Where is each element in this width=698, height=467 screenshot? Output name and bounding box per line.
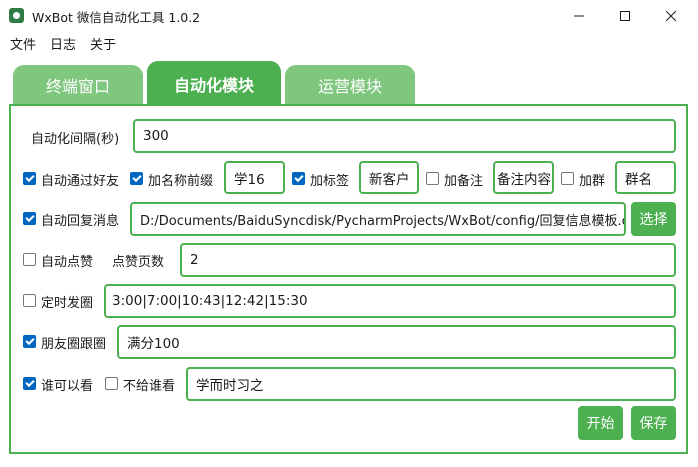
auto-reply-checkbox[interactable]	[23, 212, 36, 225]
hide-from-label: 不给谁看	[123, 379, 176, 394]
scheduled-post-checkbox[interactable]	[23, 294, 36, 307]
auto-reply-label: 自动回复消息	[41, 214, 120, 229]
window-title: WxBot 微信自动化工具 1.0.2	[32, 10, 201, 25]
add-group-checkbox[interactable]	[561, 172, 574, 185]
tab-bar: 终端窗口 自动化模块 运营模块	[0, 53, 698, 107]
title-bar: WxBot 微信自动化工具 1.0.2	[0, 0, 698, 31]
maximize-button[interactable]	[602, 0, 648, 31]
select-file-button[interactable]: 选择	[631, 202, 676, 236]
menu-about[interactable]: 关于	[90, 34, 116, 53]
group-input[interactable]: 群名	[615, 161, 676, 194]
visibility-target-input[interactable]: 学而时习之	[186, 367, 676, 401]
menu-file[interactable]: 文件	[10, 34, 36, 53]
add-remark-checkbox[interactable]	[426, 172, 439, 185]
minimize-button[interactable]	[556, 0, 602, 31]
close-icon	[666, 10, 676, 21]
auto-like-checkbox[interactable]	[23, 253, 36, 266]
who-can-see-checkbox[interactable]	[23, 377, 36, 390]
add-tag-label: 加标签	[310, 174, 350, 189]
add-name-prefix-checkbox[interactable]	[130, 172, 143, 185]
interval-input[interactable]: 300	[133, 119, 676, 153]
minimize-icon	[574, 15, 584, 16]
like-pages-label: 点赞页数	[112, 255, 165, 270]
tag-input[interactable]: 新客户	[359, 161, 419, 194]
tab-automation[interactable]: 自动化模块	[147, 61, 281, 107]
scheduled-post-label: 定时发圈	[41, 296, 94, 311]
save-button[interactable]: 保存	[631, 406, 676, 440]
hide-from-checkbox[interactable]	[105, 377, 118, 390]
automation-panel: 自动化间隔(秒) 300 自动通过好友 加名称前缀 学16 加标签 新客户 加备…	[9, 104, 688, 454]
name-prefix-input[interactable]: 学16	[224, 161, 285, 194]
auto-accept-friend-label: 自动通过好友	[41, 174, 120, 189]
remark-input[interactable]: 备注内容	[493, 161, 554, 194]
add-remark-label: 加备注	[444, 174, 484, 189]
add-group-label: 加群	[579, 174, 606, 189]
moments-follow-checkbox[interactable]	[23, 335, 36, 348]
moments-follow-input[interactable]: 满分100	[117, 325, 676, 359]
tab-operations[interactable]: 运营模块	[285, 65, 415, 105]
add-tag-checkbox[interactable]	[292, 172, 305, 185]
who-can-see-label: 谁可以看	[41, 379, 94, 394]
maximize-icon	[620, 10, 630, 21]
auto-accept-friend-checkbox[interactable]	[23, 172, 36, 185]
reply-template-path-input[interactable]: D:/Documents/BaiduSyncdisk/PycharmProjec…	[130, 202, 626, 236]
start-button[interactable]: 开始	[578, 406, 623, 440]
auto-like-label: 自动点赞	[41, 255, 94, 270]
menu-bar: 文件 日志 关于	[0, 31, 698, 53]
moments-follow-label: 朋友圈跟圈	[41, 337, 107, 352]
app-logo-icon	[9, 8, 24, 23]
add-name-prefix-label: 加名称前缀	[148, 174, 214, 189]
interval-label: 自动化间隔(秒)	[31, 132, 120, 147]
menu-log[interactable]: 日志	[50, 34, 76, 53]
like-pages-input[interactable]: 2	[180, 243, 676, 277]
tab-terminal[interactable]: 终端窗口	[13, 65, 143, 105]
close-button[interactable]	[648, 0, 694, 31]
schedule-times-input[interactable]: 3:00|7:00|10:43|12:42|15:30	[104, 284, 676, 318]
